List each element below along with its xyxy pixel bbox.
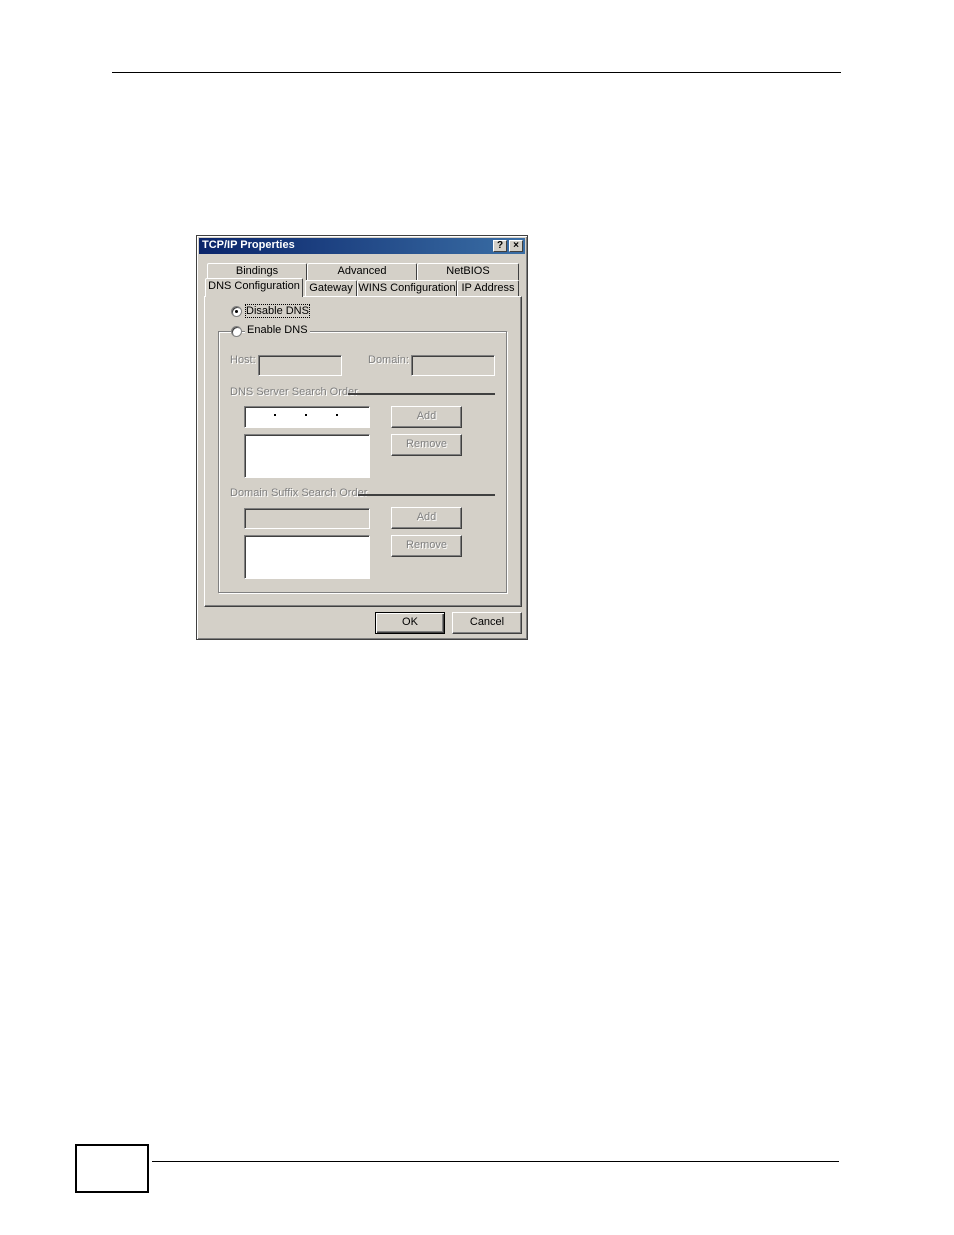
suffix-add-button[interactable]: Add xyxy=(391,507,462,529)
ip-dot-2 xyxy=(305,414,307,416)
domain-input[interactable] xyxy=(411,355,495,376)
tab-ip-address[interactable]: IP Address xyxy=(457,280,519,297)
tcpip-properties-dialog: TCP/IP Properties ? × Bindings Advanced … xyxy=(196,235,528,640)
enable-dns-label[interactable]: Enable DNS xyxy=(245,324,310,336)
dns-server-list[interactable] xyxy=(244,434,370,478)
radio-selected-dot xyxy=(235,310,238,313)
dns-remove-button[interactable]: Remove xyxy=(391,434,462,456)
footer-rule xyxy=(152,1161,839,1162)
host-input[interactable] xyxy=(258,355,342,376)
tab-wins-configuration[interactable]: WINS Configuration xyxy=(357,280,457,297)
title-bar[interactable]: TCP/IP Properties ? × xyxy=(199,238,525,254)
disable-dns-radio[interactable] xyxy=(231,306,242,317)
domain-suffix-list[interactable] xyxy=(244,535,370,579)
tab-gateway[interactable]: Gateway xyxy=(305,280,357,297)
page-number-box xyxy=(75,1144,149,1193)
ok-button[interactable]: OK xyxy=(375,612,445,634)
header-rule xyxy=(112,72,841,73)
tab-advanced[interactable]: Advanced xyxy=(307,263,417,280)
tab-netbios[interactable]: NetBIOS xyxy=(417,263,519,280)
dns-server-separator xyxy=(348,393,495,395)
enable-dns-radio[interactable] xyxy=(231,326,242,337)
tab-dns-configuration[interactable]: DNS Configuration xyxy=(205,278,303,297)
dns-add-button[interactable]: Add xyxy=(391,406,462,428)
help-button[interactable]: ? xyxy=(493,240,507,252)
ip-dot-3 xyxy=(336,414,338,416)
dns-server-search-order-label: DNS Server Search Order xyxy=(230,386,358,398)
domain-suffix-separator xyxy=(358,494,495,496)
domain-suffix-input[interactable] xyxy=(244,508,370,529)
cancel-button[interactable]: Cancel xyxy=(452,612,522,634)
disable-dns-label[interactable]: Disable DNS xyxy=(245,304,310,318)
ip-dot-1 xyxy=(274,414,276,416)
close-button[interactable]: × xyxy=(509,240,523,252)
domain-label: Domain: xyxy=(368,354,409,366)
suffix-remove-button[interactable]: Remove xyxy=(391,535,462,557)
dns-server-ip-input[interactable] xyxy=(244,406,370,428)
dialog-title: TCP/IP Properties xyxy=(202,239,295,251)
host-label: Host: xyxy=(230,354,256,366)
domain-suffix-search-order-label: Domain Suffix Search Order xyxy=(230,487,368,499)
